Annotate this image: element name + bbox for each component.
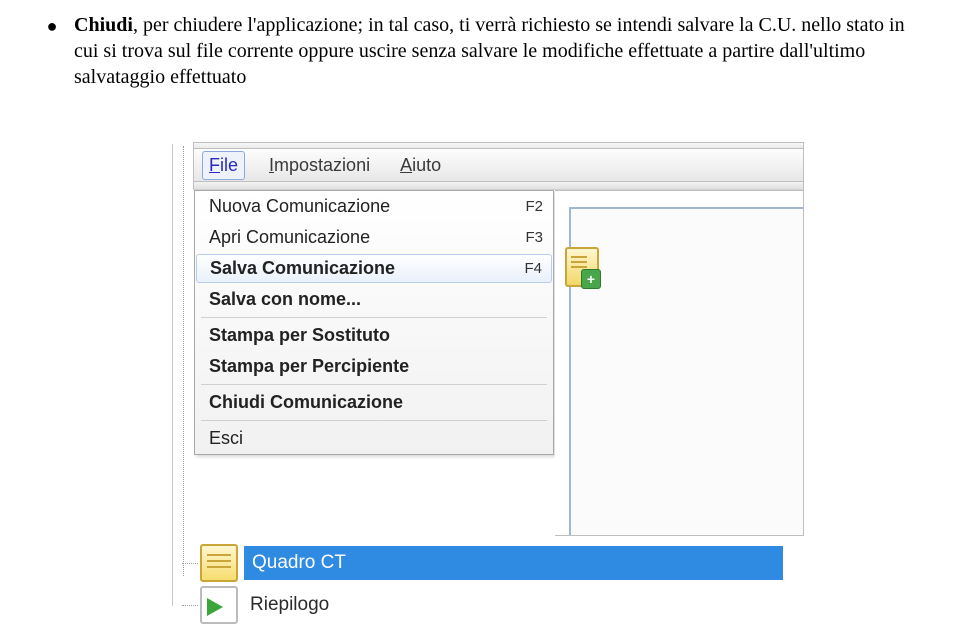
file-dropdown: Nuova Comunicazione F2 Apri Comunicazion…	[194, 190, 554, 455]
menu-file[interactable]: File	[202, 151, 245, 180]
add-document-icon[interactable]	[565, 247, 599, 287]
menu-item-nuova[interactable]: Nuova Comunicazione F2	[195, 191, 553, 222]
tree-label: Riepilogo	[244, 592, 335, 618]
tree-connector-icon	[182, 563, 198, 564]
menu-item-stampa-sostituto[interactable]: Stampa per Sostituto	[195, 320, 553, 351]
tree-item-quadro-ct[interactable]: Quadro CT	[172, 543, 783, 583]
bullet-lead: Chiudi	[74, 14, 133, 36]
menu-separator	[201, 317, 547, 318]
bullet-dot-icon: ●	[30, 12, 74, 90]
right-inner-panel	[569, 207, 803, 535]
menu-separator	[201, 384, 547, 385]
app-window: File Impostazioni Aiuto Nuova Comunicazi…	[193, 142, 804, 536]
menu-item-salva[interactable]: Salva Comunicazione F4	[196, 254, 552, 283]
tree-label: Quadro CT	[244, 546, 783, 580]
tree-item-riepilogo[interactable]: Riepilogo	[172, 585, 783, 625]
screenshot-figure: File Impostazioni Aiuto Nuova Comunicazi…	[172, 142, 804, 606]
menu-impostazioni[interactable]: Impostazioni	[263, 152, 376, 179]
menu-item-chiudi-comunicazione[interactable]: Chiudi Comunicazione	[195, 387, 553, 418]
arrow-right-icon	[200, 586, 238, 624]
right-panel	[555, 190, 804, 536]
menu-item-stampa-percipiente[interactable]: Stampa per Percipiente	[195, 351, 553, 382]
bullet-body: Chiudi, per chiudere l'applicazione; in …	[74, 12, 930, 90]
document-icon	[200, 544, 238, 582]
menu-separator	[201, 420, 547, 421]
menu-item-apri[interactable]: Apri Comunicazione F3	[195, 222, 553, 253]
tree-strip	[172, 144, 193, 606]
tree-connector-icon	[182, 605, 198, 606]
body-text: ● Chiudi, per chiudere l'applicazione; i…	[0, 0, 960, 90]
menu-item-salva-nome[interactable]: Salva con nome...	[195, 284, 553, 315]
bullet-cont: , per chiudere l'applicazione; in tal ca…	[74, 14, 905, 88]
toolbar-strip	[193, 182, 804, 190]
menu-item-esci[interactable]: Esci	[195, 423, 553, 454]
menubar: File Impostazioni Aiuto	[193, 148, 804, 182]
menu-aiuto[interactable]: Aiuto	[394, 152, 447, 179]
